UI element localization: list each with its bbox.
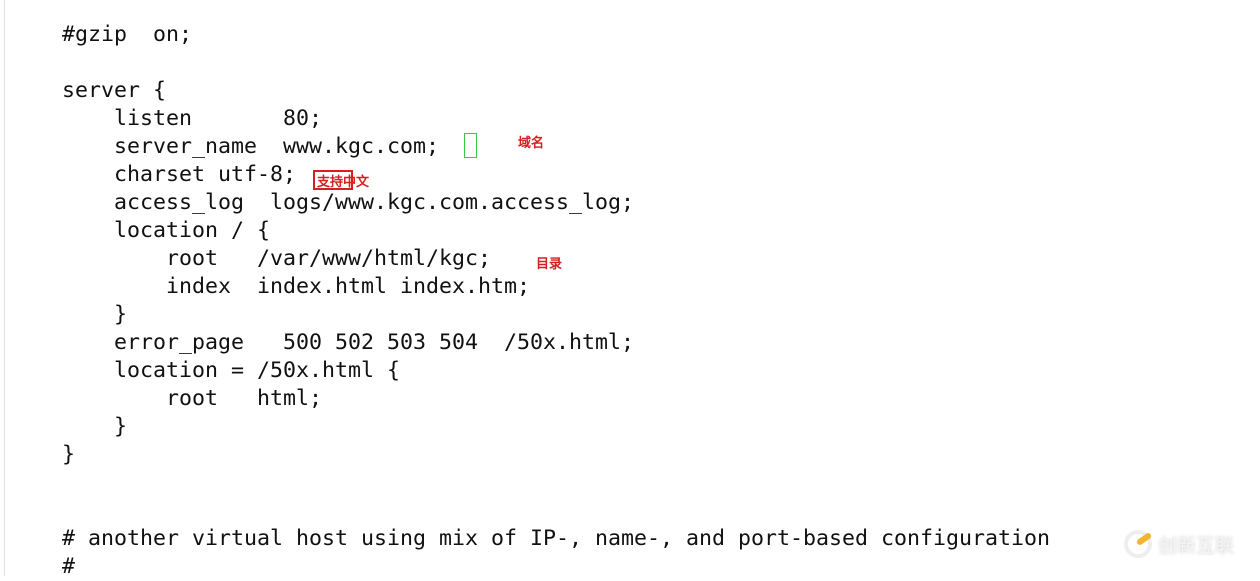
code-line: # bbox=[62, 554, 76, 579]
code-line: server_name www.kgc.com; bbox=[62, 134, 440, 159]
watermark-logo-icon bbox=[1124, 530, 1152, 558]
code-editor[interactable]: #gzip on; server { listen 80; server_name… bbox=[62, 21, 1050, 581]
editor-gutter-line bbox=[4, 0, 5, 576]
code-line: index index.html index.htm; bbox=[62, 274, 531, 299]
code-line: #gzip on; bbox=[62, 22, 193, 47]
annotation-root: 目录 bbox=[536, 257, 563, 272]
code-line: error_page 500 502 503 504 /50x.html; bbox=[62, 330, 635, 355]
code-line: } bbox=[62, 414, 128, 439]
code-line: } bbox=[62, 302, 128, 327]
code-line: server { bbox=[62, 78, 167, 103]
watermark: 创新互联 bbox=[1124, 530, 1234, 558]
code-line: # another virtual host using mix of IP-,… bbox=[62, 526, 1051, 551]
annotation-charset: 支持中文 bbox=[317, 175, 370, 190]
code-line: location = /50x.html { bbox=[62, 358, 401, 383]
annotation-domain: 域名 bbox=[518, 136, 545, 151]
code-line: } bbox=[62, 442, 76, 467]
watermark-text: 创新互联 bbox=[1158, 534, 1235, 557]
cursor-box bbox=[464, 133, 477, 158]
code-line: charset utf-8; bbox=[62, 162, 297, 187]
code-line: listen 80; bbox=[62, 106, 323, 131]
code-line: root html; bbox=[62, 386, 323, 411]
code-line: access_log logs/www.kgc.com.access_log; bbox=[62, 190, 635, 215]
code-line: location / { bbox=[62, 218, 271, 243]
